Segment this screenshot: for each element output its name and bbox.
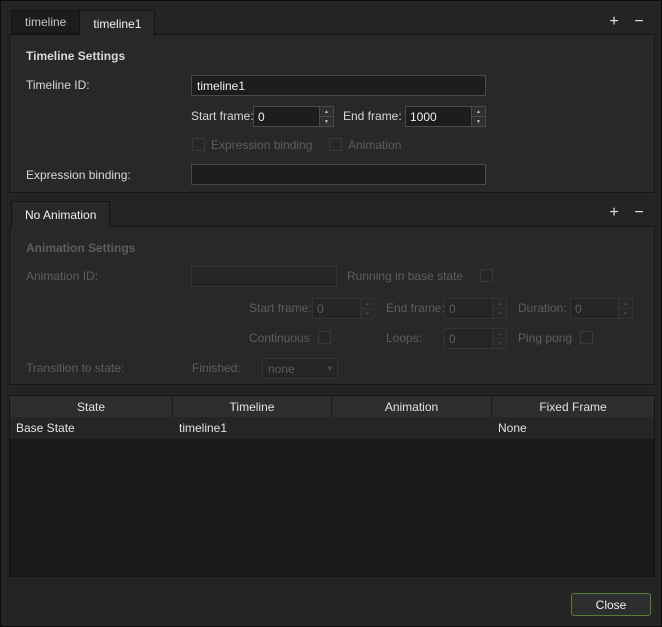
duration-spinner: 0 ▲ ▼: [570, 298, 633, 319]
finished-label: Finished:: [192, 361, 241, 375]
anim-start-frame-spinner: 0 ▲ ▼: [312, 298, 375, 319]
anim-end-frame-arrows: ▲ ▼: [492, 298, 507, 319]
column-header-fixed-frame: Fixed Frame: [492, 396, 654, 417]
add-animation-button[interactable]: +: [605, 204, 623, 222]
end-frame-spinner[interactable]: 1000 ▲ ▼: [405, 106, 486, 127]
ping-pong-checkbox: [580, 331, 593, 344]
spin-up-icon: ▲: [492, 298, 507, 309]
animation-checkbox: [329, 138, 342, 151]
cell-timeline: timeline1: [173, 417, 332, 439]
timeline-settings-dialog: timeline timeline1 + − Timeline Settings…: [0, 0, 662, 627]
anim-start-frame-label: Start frame:: [249, 301, 312, 315]
duration-label: Duration:: [518, 301, 567, 315]
start-frame-spinner[interactable]: 0 ▲ ▼: [253, 106, 334, 127]
loops-spinner: 0 ▲ ▼: [444, 328, 507, 349]
finished-dropdown-value: none: [268, 362, 295, 376]
running-in-base-state-checkbox: [480, 269, 493, 282]
loops-arrows: ▲ ▼: [492, 328, 507, 349]
anim-start-frame-value: 0: [312, 298, 360, 319]
animation-tabbar: No Animation: [11, 201, 110, 227]
expression-binding-input[interactable]: [191, 164, 486, 185]
animation-id-label: Animation ID:: [26, 269, 98, 283]
transition-to-state-label: Transition to state:: [26, 361, 124, 375]
animation-checkbox-label: Animation: [348, 138, 401, 152]
loops-label: Loops:: [386, 331, 422, 345]
column-header-animation: Animation: [332, 396, 492, 417]
expression-binding-checkbox-label: Expression binding: [211, 138, 312, 152]
spin-up-icon: ▲: [360, 298, 375, 309]
tab-timeline1-label: timeline1: [93, 17, 141, 31]
remove-animation-button[interactable]: −: [630, 204, 648, 222]
animation-settings-title: Animation Settings: [26, 241, 135, 255]
timeline-settings-title: Timeline Settings: [26, 49, 125, 63]
anim-start-frame-arrows: ▲ ▼: [360, 298, 375, 319]
timeline-settings-panel: Timeline Settings Timeline ID: Start fra…: [9, 34, 655, 193]
spin-down-icon: ▼: [360, 309, 375, 319]
spin-down-icon: ▼: [492, 339, 507, 349]
state-table: State Timeline Animation Fixed Frame Bas…: [9, 395, 655, 577]
table-header-row: State Timeline Animation Fixed Frame: [10, 396, 654, 417]
expression-binding-checkbox: [192, 138, 205, 151]
expression-binding-label: Expression binding:: [26, 168, 131, 182]
start-frame-label: Start frame:: [191, 109, 254, 123]
end-frame-value[interactable]: 1000: [405, 106, 471, 127]
loops-value: 0: [444, 328, 492, 349]
finished-dropdown: none ▾: [262, 358, 338, 379]
tab-no-animation-label: No Animation: [25, 208, 96, 222]
tab-timeline-label: timeline: [25, 15, 66, 29]
animation-id-input: [191, 266, 337, 287]
spin-down-icon[interactable]: ▼: [471, 117, 486, 127]
table-row[interactable]: Base State timeline1 None: [10, 417, 654, 439]
spin-down-icon: ▼: [492, 309, 507, 319]
timeline-id-input[interactable]: [191, 75, 486, 96]
spin-up-icon: ▲: [618, 298, 633, 309]
spin-up-icon: ▲: [492, 328, 507, 339]
end-frame-label: End frame:: [343, 109, 402, 123]
add-timeline-button[interactable]: +: [605, 13, 623, 31]
tab-timeline1[interactable]: timeline1: [79, 10, 155, 36]
duration-arrows: ▲ ▼: [618, 298, 633, 319]
animation-settings-panel: Animation Settings Animation ID: Running…: [9, 226, 655, 385]
column-header-timeline: Timeline: [173, 396, 332, 417]
continuous-label: Continuous: [249, 331, 310, 345]
timeline-id-label: Timeline ID:: [26, 78, 90, 92]
column-header-state: State: [10, 396, 173, 417]
close-button[interactable]: Close: [571, 593, 651, 616]
continuous-checkbox: [318, 331, 331, 344]
start-frame-arrows: ▲ ▼: [319, 106, 334, 127]
cell-fixed-frame: None: [492, 417, 654, 439]
cell-animation: [332, 417, 492, 439]
spin-up-icon[interactable]: ▲: [319, 106, 334, 117]
anim-end-frame-spinner: 0 ▲ ▼: [444, 298, 507, 319]
running-in-base-state-label: Running in base state: [347, 269, 463, 283]
tab-timeline[interactable]: timeline: [11, 10, 79, 34]
cell-state: Base State: [10, 417, 173, 439]
spin-down-icon[interactable]: ▼: [319, 117, 334, 127]
end-frame-arrows: ▲ ▼: [471, 106, 486, 127]
spin-up-icon[interactable]: ▲: [471, 106, 486, 117]
chevron-down-icon: ▾: [327, 363, 332, 374]
ping-pong-label: Ping pong: [518, 331, 572, 345]
spin-down-icon: ▼: [618, 309, 633, 319]
anim-end-frame-label: End frame:: [386, 301, 445, 315]
tab-no-animation[interactable]: No Animation: [11, 201, 110, 227]
start-frame-value[interactable]: 0: [253, 106, 319, 127]
remove-timeline-button[interactable]: −: [630, 13, 648, 31]
duration-value: 0: [570, 298, 618, 319]
timeline-tabbar: timeline timeline1: [11, 10, 155, 36]
anim-end-frame-value: 0: [444, 298, 492, 319]
